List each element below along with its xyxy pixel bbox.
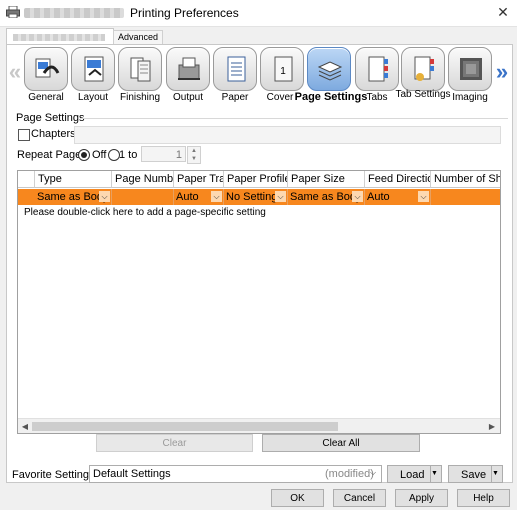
chevron-down-icon: ⌵	[370, 468, 377, 477]
window-title: Printing Preferences	[130, 6, 239, 20]
cell-paper-profile[interactable]: No Setting ⌵	[224, 189, 288, 205]
category-imaging-label: Imaging	[452, 92, 488, 103]
close-icon[interactable]: ✕	[494, 3, 512, 21]
scroll-left-arrow-icon[interactable]: «	[8, 61, 22, 83]
chapters-checkbox[interactable]	[18, 129, 30, 141]
favorite-setting-select[interactable]: Default Settings (modified) ⌵	[89, 465, 382, 483]
category-imaging[interactable]: Imaging	[446, 47, 494, 107]
tab-main[interactable]	[6, 28, 114, 45]
col-header-paper-profile[interactable]: Paper Profile	[224, 171, 288, 188]
cell-feed-direction[interactable]: Auto ⌵	[365, 189, 431, 205]
repeat-off-label: Off	[92, 149, 107, 161]
save-dropdown-icon[interactable]: ▼	[491, 466, 502, 482]
load-label: Load	[400, 469, 425, 481]
cell-paper-tray[interactable]: Auto ⌵	[174, 189, 224, 205]
repeat-one-to-label: 1 to	[119, 149, 138, 161]
clear-all-button[interactable]: Clear All	[262, 434, 420, 452]
favorite-setting-label: Favorite Setting	[12, 469, 90, 481]
chapters-field	[74, 126, 501, 144]
tabs-icon	[368, 56, 388, 82]
cell-page-number[interactable]	[112, 189, 174, 205]
chapters-label: Chapters	[31, 128, 76, 140]
blurred-printer-name	[24, 8, 124, 18]
imaging-icon	[460, 58, 482, 80]
repeat-off-radio[interactable]	[78, 149, 90, 161]
save-button[interactable]: Save ▼	[448, 465, 503, 483]
add-setting-hint[interactable]: Please double-click here to add a page-s…	[24, 207, 266, 218]
dropdown-icon[interactable]: ⌵	[99, 191, 110, 202]
scroll-right-icon[interactable]: ▶	[486, 420, 498, 433]
tab-settings-icon	[414, 56, 434, 81]
ok-button[interactable]: OK	[271, 489, 324, 507]
layout-icon	[84, 56, 104, 82]
printer-icon	[6, 6, 20, 18]
col-header-page-number[interactable]: Page Number	[112, 171, 174, 188]
cell-type[interactable]: Same as Body ⌵	[35, 189, 112, 205]
cover-icon: 1	[274, 56, 293, 82]
clear-button[interactable]: Clear	[96, 434, 253, 452]
repeat-count-spinner[interactable]: ▲ ▼	[187, 146, 201, 164]
repeat-pages-label: Repeat Pages	[17, 149, 87, 161]
load-dropdown-icon[interactable]: ▼	[430, 466, 441, 482]
dropdown-icon[interactable]: ⌵	[275, 191, 286, 202]
col-header-number-of-sheets[interactable]: Number of She	[431, 171, 500, 188]
tab-advanced[interactable]: Advanced	[113, 30, 164, 44]
col-header-feed-direction[interactable]: Feed Direction	[365, 171, 431, 188]
page-settings-icon	[317, 61, 343, 81]
page-settings-group-title: Page Settings	[16, 112, 85, 124]
help-button[interactable]: Help	[457, 489, 510, 507]
favorite-setting-value: Default Settings	[93, 468, 171, 480]
general-icon	[35, 58, 60, 78]
cell-number-of-sheets[interactable]	[431, 189, 500, 205]
output-icon	[178, 57, 200, 80]
finishing-icon	[130, 57, 151, 82]
col-header-paper-size[interactable]: Paper Size	[288, 171, 365, 188]
dropdown-icon[interactable]: ⌵	[418, 191, 429, 202]
scrollbar-thumb[interactable]	[32, 422, 338, 431]
tab-main-blurred-label	[13, 34, 105, 41]
apply-button[interactable]: Apply	[395, 489, 448, 507]
cancel-button[interactable]: Cancel	[333, 489, 386, 507]
save-label: Save	[461, 469, 487, 481]
cell-paper-size[interactable]: Same as Body ⌵	[288, 189, 365, 205]
dropdown-icon[interactable]: ⌵	[352, 191, 363, 202]
col-header-type[interactable]: Type	[35, 171, 112, 188]
horizontal-scrollbar[interactable]: ◀ ▶	[18, 418, 500, 433]
paper-icon	[227, 56, 246, 82]
dropdown-icon[interactable]: ⌵	[211, 191, 222, 202]
repeat-count-field[interactable]: 1	[141, 146, 186, 162]
scroll-right-arrow-icon[interactable]: »	[495, 61, 509, 83]
scroll-left-icon[interactable]: ◀	[19, 420, 31, 433]
page-settings-table: Type Page Number Paper Tray Paper Profil…	[17, 170, 501, 434]
group-divider	[80, 118, 508, 119]
load-button[interactable]: Load ▼	[387, 465, 442, 483]
svg-text:1: 1	[280, 66, 286, 77]
favorite-modified-text: (modified)	[325, 468, 374, 480]
col-header-paper-tray[interactable]: Paper Tray	[174, 171, 224, 188]
table-header-blank	[18, 171, 35, 188]
